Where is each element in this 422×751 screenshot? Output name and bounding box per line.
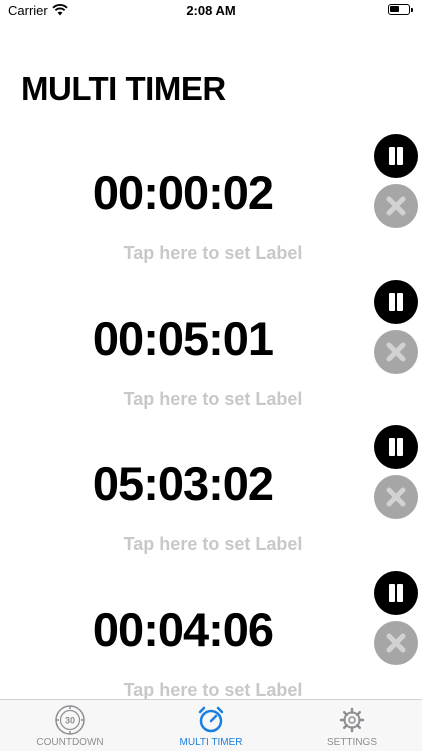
tab-bar: 30 COUNTDOWN MULTI TIMER SETTINGS [0,699,422,751]
close-icon [386,487,406,507]
countdown-dial-icon: 30 [55,705,85,735]
battery-icon [388,4,413,15]
timer-label-field[interactable]: Tap here to set Label [0,534,422,555]
page-title: MULTI TIMER [21,70,226,107]
tab-label: COUNTDOWN [36,737,104,748]
pause-button[interactable] [374,134,418,178]
timer-time: 05:03:02 [92,457,274,510]
timer-row: 00:00:02 Tap here to set Label [0,134,422,300]
timer-label-field[interactable]: Tap here to set Label [0,389,422,410]
close-icon [386,633,406,653]
delete-timer-button[interactable] [374,621,418,665]
pause-button[interactable] [374,425,418,469]
timer-label-field[interactable]: Tap here to set Label [0,680,422,701]
timer-row: 05:03:02 Tap here to set Label [0,425,422,591]
close-icon [386,196,406,216]
status-time: 2:08 AM [186,3,236,18]
tab-label: MULTI TIMER [179,737,243,748]
stopwatch-icon [198,706,224,733]
delete-timer-button[interactable] [374,184,418,228]
tab-multi-timer[interactable]: MULTI TIMER [141,700,281,751]
delete-timer-button[interactable] [374,330,418,374]
timer-time: 00:04:06 [92,603,274,656]
timer-time: 00:00:02 [92,166,274,219]
gear-icon [339,707,365,733]
pause-button[interactable] [374,280,418,324]
status-bar: Carrier 2:08 AM [0,0,422,24]
tab-settings[interactable]: SETTINGS [282,700,422,751]
close-icon [386,342,406,362]
timer-time: 00:05:01 [92,312,274,365]
timer-label-field[interactable]: Tap here to set Label [0,243,422,264]
tab-label: SETTINGS [326,737,377,748]
delete-timer-button[interactable] [374,475,418,519]
pause-button[interactable] [374,571,418,615]
svg-text:30: 30 [65,716,75,726]
timer-row: 00:05:01 Tap here to set Label [0,280,422,446]
tab-countdown[interactable]: 30 COUNTDOWN [0,700,140,751]
